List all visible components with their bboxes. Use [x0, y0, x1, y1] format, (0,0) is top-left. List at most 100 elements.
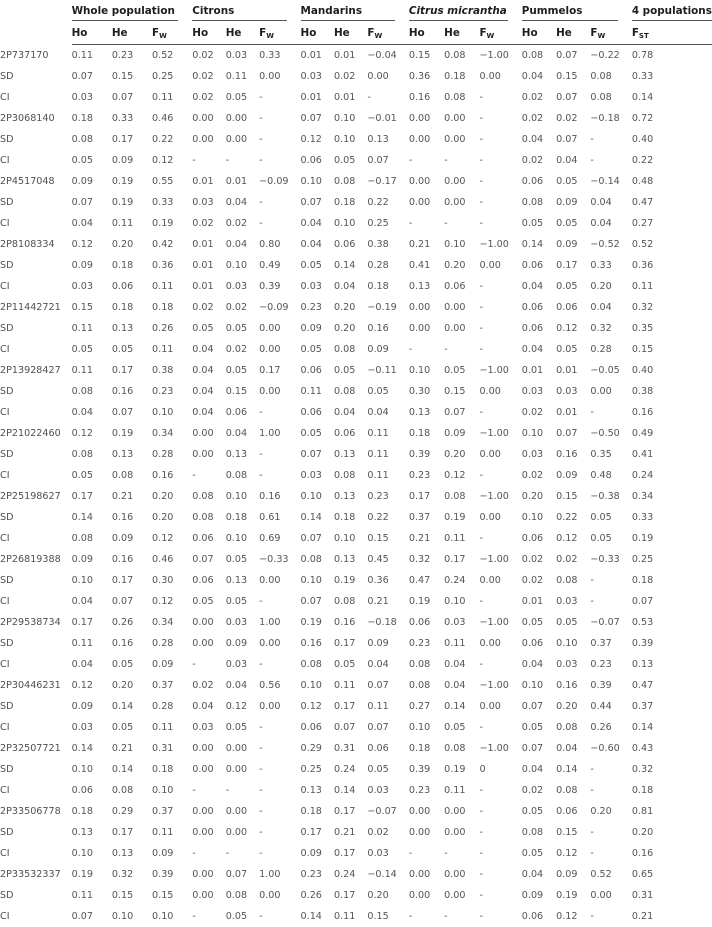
table-cell: 0.08 [192, 507, 225, 528]
table-row: CI0.050.080.16-0.08-0.030.080.110.230.12… [0, 465, 712, 486]
table-cell: - [259, 654, 300, 675]
table-cell: 0.07 [301, 108, 334, 129]
table-cell: −1.00 [479, 423, 521, 444]
table-cell: 0.11 [72, 45, 112, 67]
table-cell: 0.10 [226, 528, 259, 549]
table-cell: 0.08 [590, 87, 631, 108]
table-cell: 0.12 [556, 843, 590, 864]
table-cell: 0.03 [367, 843, 408, 864]
table-cell: 0.10 [152, 780, 192, 801]
table-cell: 0.52 [632, 234, 712, 255]
table-cell: 0.00 [192, 108, 225, 129]
table-cell: 0.00 [259, 318, 300, 339]
table-cell: 0.02 [334, 66, 367, 87]
table-cell: −0.33 [259, 549, 300, 570]
table-cell: 0.00 [409, 129, 444, 150]
table-cell: 0.23 [367, 486, 408, 507]
table-cell: 0.04 [192, 360, 225, 381]
table-cell: 0.11 [444, 528, 479, 549]
table-cell: 0.12 [72, 675, 112, 696]
table-cell: 0.08 [334, 381, 367, 402]
table-cell: 0.37 [590, 633, 631, 654]
table-cell: 0.28 [590, 339, 631, 360]
subheader-citrons-he: He [226, 22, 259, 45]
table-cell: 0.16 [152, 465, 192, 486]
table-cell: 0.49 [632, 423, 712, 444]
table-cell: 0.28 [152, 696, 192, 717]
table-row: SD0.140.160.200.080.180.610.140.180.220.… [0, 507, 712, 528]
table-cell: 0.09 [72, 171, 112, 192]
row-label: 2P3068140 [0, 108, 72, 129]
table-cell: 0.09 [556, 192, 590, 213]
subheader-mandarins-fw: FW [367, 22, 408, 45]
table-cell: 0.15 [444, 381, 479, 402]
table-cell: 0.16 [112, 633, 152, 654]
table-cell: - [192, 780, 225, 801]
table-cell: 0.11 [152, 822, 192, 843]
table-cell: 0.18 [72, 801, 112, 822]
table-cell: 0.21 [409, 234, 444, 255]
row-label: CI [0, 780, 72, 801]
table-cell: −0.22 [590, 45, 631, 67]
table-cell: 0.14 [632, 717, 712, 738]
table-row: 2P114427210.150.180.180.020.02−0.090.230… [0, 297, 712, 318]
table-cell: 0.08 [556, 780, 590, 801]
table-cell: - [590, 129, 631, 150]
table-cell: 0.08 [301, 654, 334, 675]
table-cell: 0.06 [409, 612, 444, 633]
row-label: 2P26819388 [0, 549, 72, 570]
table-cell: 0.15 [112, 885, 152, 906]
table-cell: 0.02 [556, 108, 590, 129]
table-cell: 0.10 [334, 108, 367, 129]
table-cell: - [226, 780, 259, 801]
table-cell: 0.17 [112, 360, 152, 381]
table-cell: 0.13 [112, 843, 152, 864]
table-cell: 0.08 [444, 87, 479, 108]
table-cell: 0.12 [301, 696, 334, 717]
table-cell: 0.00 [409, 108, 444, 129]
table-cell: - [259, 213, 300, 234]
table-cell: 0.00 [226, 759, 259, 780]
table-cell: 0.23 [301, 864, 334, 885]
subheader-fw-sub: W [598, 32, 606, 40]
table-cell: 0.39 [409, 759, 444, 780]
table-cell: 0.08 [334, 171, 367, 192]
table-cell: 0.01 [192, 171, 225, 192]
row-label: SD [0, 318, 72, 339]
table-cell: 0.29 [112, 801, 152, 822]
table-cell: 0.08 [226, 465, 259, 486]
row-label: SD [0, 192, 72, 213]
table-cell: - [409, 843, 444, 864]
table-row: CI0.060.080.10---0.130.140.030.230.11-0.… [0, 780, 712, 801]
table-cell: 0.06 [522, 255, 556, 276]
table-cell: - [226, 150, 259, 171]
table-cell: 0.02 [192, 66, 225, 87]
table-cell: 0.00 [259, 633, 300, 654]
table-cell: 0.00 [409, 171, 444, 192]
table-cell: 0.06 [522, 633, 556, 654]
table-cell: 0.24 [444, 570, 479, 591]
group-header-mandarins: Mandarins [301, 0, 409, 22]
table-cell: 0.05 [72, 465, 112, 486]
table-cell: 0.09 [226, 633, 259, 654]
subheader-fst-base: F [632, 27, 639, 39]
table-cell: 0.00 [479, 66, 521, 87]
table-cell: 0.21 [334, 822, 367, 843]
table-cell: 0.03 [367, 780, 408, 801]
table-cell: 0.00 [409, 192, 444, 213]
table-cell: 0.13 [112, 318, 152, 339]
table-cell: 0.01 [192, 255, 225, 276]
table-cell: −0.17 [367, 171, 408, 192]
table-cell: −0.01 [367, 108, 408, 129]
table-row: 2P295387340.170.260.340.000.031.000.190.… [0, 612, 712, 633]
table-cell: 0.15 [556, 486, 590, 507]
table-cell: 0.33 [152, 192, 192, 213]
table-cell: 0.07 [112, 591, 152, 612]
table-cell: 0.22 [367, 507, 408, 528]
table-cell: 0.05 [367, 381, 408, 402]
table-cell: 0.08 [72, 528, 112, 549]
table-cell: 0.07 [556, 45, 590, 67]
table-cell: 0.35 [590, 444, 631, 465]
table-cell: 0.11 [72, 318, 112, 339]
table-cell: 0.03 [192, 717, 225, 738]
